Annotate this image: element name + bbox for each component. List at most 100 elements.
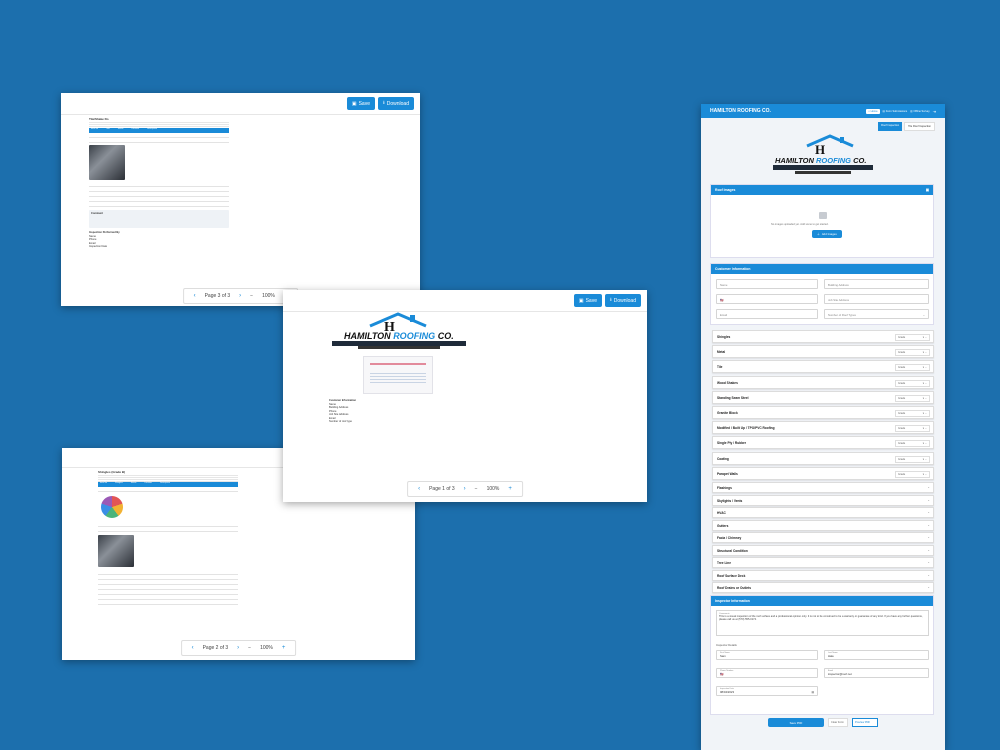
tab-roof-inspection[interactable]: Roof Inspection [878, 122, 903, 131]
grade-select[interactable]: Grade ▾ ⌄ [895, 349, 930, 357]
nav-form-submissions[interactable]: ▤ Form Submissions [883, 110, 908, 113]
section-label: Wood Shakes [717, 380, 738, 385]
section-row-graded[interactable]: Granite Block Grade ▾ ⌄ [712, 406, 934, 419]
section-row[interactable]: Structural Condition ⌄ [712, 544, 934, 556]
section-row[interactable]: HVAC ⌄ [712, 507, 934, 518]
file-icon: ▤ [882, 109, 885, 113]
last-name-input[interactable]: Last Name Hale [824, 650, 929, 660]
prev-page-button[interactable]: ‹ [192, 645, 194, 651]
download-button[interactable]: ⭳ Download [604, 294, 641, 307]
section-row-graded[interactable]: Tile Grade ▾ ⌄ [712, 360, 934, 374]
zoom-in-button[interactable]: + [508, 486, 512, 492]
section-label: Facia / Chimney [717, 536, 742, 540]
section-label: Standing Seam Steel [717, 395, 749, 400]
page-indicator: Page 3 of 3 [204, 293, 231, 299]
inspector-email-input[interactable]: Email inspector@roof.net [824, 668, 929, 678]
grade-select[interactable]: Grade ▾ ⌄ [895, 379, 930, 387]
next-page-button[interactable]: › [239, 293, 241, 299]
grade-select[interactable]: Grade ▾ ⌄ [895, 470, 930, 478]
chevron-down-icon: ▾ ⌄ [922, 351, 927, 355]
section-row-graded[interactable]: Parapet Walls Grade ▾ ⌄ [712, 466, 934, 480]
chevron-down-icon: ▾ ⌄ [922, 472, 927, 476]
zoom-out-button[interactable]: − [475, 486, 478, 492]
next-page-button[interactable]: › [237, 645, 239, 651]
section-label: Tree Line [717, 561, 731, 565]
section-row-graded[interactable]: Wood Shakes Grade ▾ ⌄ [712, 375, 934, 389]
section-row[interactable]: Roof Surface Deck ⌄ [712, 569, 934, 581]
save-pdf-button[interactable]: Save PDF [768, 718, 824, 727]
grade-select[interactable]: Grade ▾ ⌄ [895, 394, 930, 402]
section-row[interactable]: Roof Drains or Outlets ⌄ [712, 582, 934, 593]
section-row[interactable]: Flashings ⌄ [712, 482, 934, 493]
chevron-down-icon: ▾ ⌄ [922, 396, 927, 400]
form-tabs: Roof Inspection Tile Roof Inspection [878, 122, 935, 131]
inspector-phone-input[interactable]: Phone Number 🇺🇸 [716, 668, 818, 678]
page-navigator: ‹ Page 3 of 3 › − 100% + [182, 288, 299, 304]
save-button[interactable]: ▣ Save [346, 97, 375, 110]
chevron-down-icon: ▾ ⌄ [922, 366, 927, 370]
roof-types-select[interactable]: Number of Roof Types ⌄ [824, 309, 929, 319]
section-row-graded[interactable]: Shingles Grade ▾ ⌄ [712, 330, 934, 343]
roof-images-card: Roof Images ▣ No images uploaded yet. Add… [710, 184, 934, 258]
zoom-out-button[interactable]: − [250, 293, 253, 299]
calendar-icon[interactable]: ▦ [811, 690, 814, 694]
section-row-graded[interactable]: Single Ply / Rubber Grade ▾ ⌄ [712, 436, 934, 450]
section-row-graded[interactable]: Modified / Built Up / TPO/PVC Roofing Gra… [712, 421, 934, 435]
phone-input[interactable]: 🇺🇸 [716, 294, 818, 304]
prev-page-button[interactable]: ‹ [418, 486, 420, 492]
section-row[interactable]: Tree Line ⌄ [712, 557, 934, 568]
company-logo: H HAMILTON ROOFING CO. [773, 134, 873, 184]
nav-home[interactable]: ⌂ Home [866, 108, 880, 114]
inspection-date-input[interactable]: Inspection Date 08/04/2023 ▦ [716, 686, 818, 696]
next-page-button[interactable]: › [464, 486, 466, 492]
section-row-graded[interactable]: Metal Grade ▾ ⌄ [712, 345, 934, 359]
zoom-in-button[interactable]: + [282, 645, 286, 651]
table-row [89, 138, 229, 144]
page-indicator: Page 1 of 3 [429, 486, 455, 492]
save-button[interactable]: ▣ Save [573, 294, 602, 307]
first-name-input[interactable]: First Name Sam [716, 650, 818, 660]
viewer-toolbar: ▣ Save ⭳ Download [61, 93, 420, 115]
prev-page-button[interactable]: ‹ [194, 293, 196, 299]
preview-pdf-button[interactable]: Preview PDF [852, 718, 878, 727]
section-row-graded[interactable]: Coating Grade ▾ ⌄ [712, 451, 934, 465]
zoom-out-button[interactable]: − [248, 645, 251, 651]
logo-contact-banner [773, 165, 873, 170]
no-images-hint: No images uploaded yet. Add some to get … [771, 223, 829, 226]
grade-select[interactable]: Grade ▾ ⌄ [895, 334, 930, 341]
name-input[interactable]: Name [716, 279, 818, 289]
grade-select[interactable]: Grade ▾ ⌄ [895, 364, 930, 372]
section-label: Tile [717, 365, 723, 370]
comments-textarea[interactable]: Comments This is a visual inspection of … [716, 610, 929, 636]
grade-select[interactable]: Grade ▾ ⌄ [895, 425, 930, 433]
building-address-input[interactable]: Building Address [824, 279, 929, 289]
grade-select[interactable]: Grade ▾ ⌄ [895, 410, 930, 417]
section-row[interactable]: Gutters ⌄ [712, 519, 934, 531]
grade-select[interactable]: Grade ▾ ⌄ [895, 455, 930, 463]
customer-label: Number of roof type [329, 420, 352, 423]
add-images-button[interactable]: ＋ Add Images [812, 230, 842, 238]
clear-form-button[interactable]: Clear Form [828, 718, 848, 727]
tab-tile-roof-inspection[interactable]: Tile Roof Inspection [904, 122, 935, 131]
logo-website-line [795, 171, 851, 174]
grade-select[interactable]: Grade ▾ ⌄ [895, 440, 930, 448]
section-label: Structural Condition [717, 548, 748, 553]
upload-icon[interactable]: ▣ [926, 188, 929, 192]
section-row-graded[interactable]: Standing Seam Steel Grade ▾ ⌄ [712, 390, 934, 404]
save-icon: ▣ [351, 100, 357, 107]
section-label: Single Ply / Rubber [717, 441, 747, 446]
table-row [89, 202, 229, 208]
pdf-page-content: Tile/Shake Do Item No Title Status Location… [89, 117, 229, 249]
app-title: HAMILTON ROOFING CO. [710, 108, 771, 114]
section-row[interactable]: Skylights / Vents ⌄ [712, 494, 934, 506]
section-label: Coating [717, 456, 729, 461]
section-row[interactable]: Facia / Chimney ⌄ [712, 532, 934, 543]
chevron-down-icon: ▾ ⌄ [922, 457, 927, 461]
app-header: HAMILTON ROOFING CO. ⌂ Home ▤ Form Submi… [701, 104, 945, 118]
download-button[interactable]: ⭳ Download [377, 97, 414, 110]
email-input[interactable]: Email [716, 309, 818, 319]
nav-offline-survey[interactable]: ▥ Offline Survey [910, 110, 929, 113]
job-site-address-input[interactable]: Job Site Address [824, 294, 929, 304]
table-row [98, 527, 238, 533]
logout-icon[interactable]: ⇥ [933, 109, 936, 114]
